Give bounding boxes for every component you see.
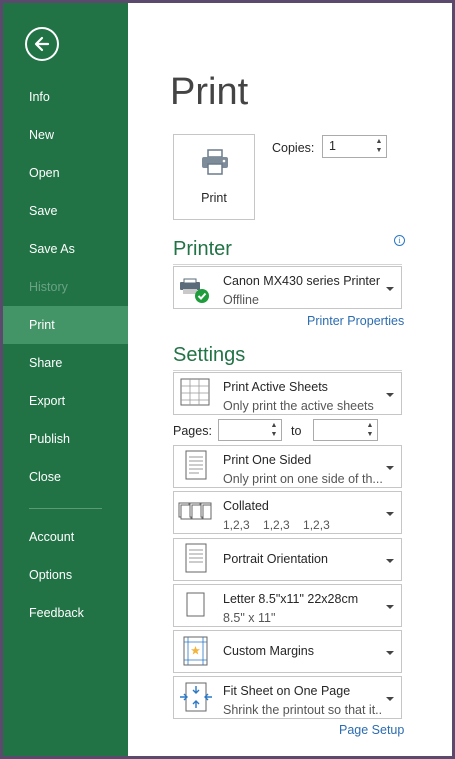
nav-options[interactable]: Options xyxy=(3,556,128,594)
sheet-icon xyxy=(180,378,210,406)
caret-down-icon xyxy=(386,651,394,655)
backstage-sidebar: Info New Open Save Save As History Print… xyxy=(3,3,128,756)
sided-title: Print One Sided xyxy=(223,453,312,467)
fit-page-icon xyxy=(180,682,212,712)
collate-title: Collated xyxy=(223,499,269,513)
settings-divider xyxy=(173,370,402,371)
printer-status: Offline xyxy=(223,293,259,307)
chevron-up-icon[interactable]: ▲ xyxy=(269,421,279,430)
nav-save[interactable]: Save xyxy=(3,192,128,230)
paper-size-desc: 8.5" x 11" xyxy=(223,611,276,625)
nav-print[interactable]: Print xyxy=(3,306,128,344)
orientation-title: Portrait Orientation xyxy=(223,552,328,566)
printer-heading: Printer xyxy=(173,238,232,260)
scaling-dropdown[interactable]: Fit Sheet on One Page Shrink the printou… xyxy=(173,676,402,719)
back-button[interactable] xyxy=(25,27,59,61)
portrait-icon xyxy=(185,543,207,573)
orientation-dropdown[interactable]: Portrait Orientation xyxy=(173,538,402,581)
paper-size-title: Letter 8.5"x11" 22x28cm xyxy=(223,592,359,606)
nav-close[interactable]: Close xyxy=(3,458,128,496)
page-setup-link[interactable]: Page Setup xyxy=(339,723,404,737)
sided-desc: Only print on one side of th... xyxy=(223,472,383,486)
nav-publish[interactable]: Publish xyxy=(3,420,128,458)
print-pane: Print Print Copies: 1 ▲ ▼ Printer i Cano… xyxy=(128,3,452,756)
print-button-label: Print xyxy=(201,191,227,205)
backstage-window: Info New Open Save Save As History Print… xyxy=(3,3,452,756)
copies-arrows[interactable]: ▲ ▼ xyxy=(374,137,384,155)
pages-from-stepper[interactable]: ▲ ▼ xyxy=(218,419,282,441)
nav-save-as[interactable]: Save As xyxy=(3,230,128,268)
caret-down-icon xyxy=(386,512,394,516)
scaling-desc: Shrink the printout so that it... xyxy=(223,703,383,717)
caret-down-icon xyxy=(386,393,394,397)
page-title: Print xyxy=(170,71,249,113)
pages-to-arrows[interactable]: ▲ ▼ xyxy=(365,421,375,439)
nav-info[interactable]: Info xyxy=(3,78,128,116)
collate-dropdown[interactable]: Collated 1,2,3 1,2,3 1,2,3 xyxy=(173,491,402,534)
paper-size-dropdown[interactable]: Letter 8.5"x11" 22x28cm 8.5" x 11" xyxy=(173,584,402,627)
margins-title: Custom Margins xyxy=(223,644,314,658)
copies-label: Copies: xyxy=(272,141,315,155)
chevron-down-icon[interactable]: ▼ xyxy=(269,430,279,439)
printer-icon xyxy=(202,149,228,175)
copies-value: 1 xyxy=(329,139,336,153)
print-what-dropdown[interactable]: Print Active Sheets Only print the activ… xyxy=(173,372,402,415)
caret-down-icon xyxy=(386,466,394,470)
printer-properties-link[interactable]: Printer Properties xyxy=(307,314,404,328)
nav-feedback[interactable]: Feedback xyxy=(3,594,128,632)
sided-dropdown[interactable]: Print One Sided Only print on one side o… xyxy=(173,445,402,488)
nav-divider xyxy=(29,508,102,509)
info-icon[interactable]: i xyxy=(394,235,405,246)
nav-new[interactable]: New xyxy=(3,116,128,154)
caret-down-icon xyxy=(386,697,394,701)
printer-name: Canon MX430 series Printer xyxy=(223,274,381,288)
collated-icon xyxy=(178,502,212,520)
scaling-title: Fit Sheet on One Page xyxy=(223,684,351,698)
collate-desc: 1,2,3 1,2,3 1,2,3 xyxy=(223,518,330,532)
margins-icon xyxy=(183,636,208,666)
nav-share[interactable]: Share xyxy=(3,344,128,382)
chevron-up-icon[interactable]: ▲ xyxy=(365,421,375,430)
copies-stepper[interactable]: 1 ▲ ▼ xyxy=(322,135,387,158)
nav-history: History xyxy=(29,280,68,294)
settings-heading: Settings xyxy=(173,344,246,366)
back-arrow-icon xyxy=(34,36,50,52)
to-label: to xyxy=(291,424,302,438)
chevron-up-icon[interactable]: ▲ xyxy=(374,137,384,146)
nav-account[interactable]: Account xyxy=(3,518,128,556)
margins-dropdown[interactable]: Custom Margins xyxy=(173,630,402,673)
print-what-desc: Only print the active sheets xyxy=(223,399,374,413)
pages-from-arrows[interactable]: ▲ ▼ xyxy=(269,421,279,439)
print-what-title: Print Active Sheets xyxy=(223,380,328,394)
chevron-down-icon[interactable]: ▼ xyxy=(365,430,375,439)
print-button[interactable]: Print xyxy=(173,134,255,220)
caret-down-icon xyxy=(386,287,394,291)
caret-down-icon xyxy=(386,559,394,563)
printer-divider xyxy=(173,264,402,265)
nav-open[interactable]: Open xyxy=(3,154,128,192)
chevron-down-icon[interactable]: ▼ xyxy=(374,146,384,155)
pages-to-stepper[interactable]: ▲ ▼ xyxy=(313,419,378,441)
nav-export[interactable]: Export xyxy=(3,382,128,420)
printer-status-icon xyxy=(180,278,209,303)
paper-icon xyxy=(186,592,205,617)
pages-label: Pages: xyxy=(173,424,212,438)
printer-dropdown[interactable]: Canon MX430 series Printer Offline xyxy=(173,266,402,309)
caret-down-icon xyxy=(386,605,394,609)
one-sided-icon xyxy=(185,450,207,480)
